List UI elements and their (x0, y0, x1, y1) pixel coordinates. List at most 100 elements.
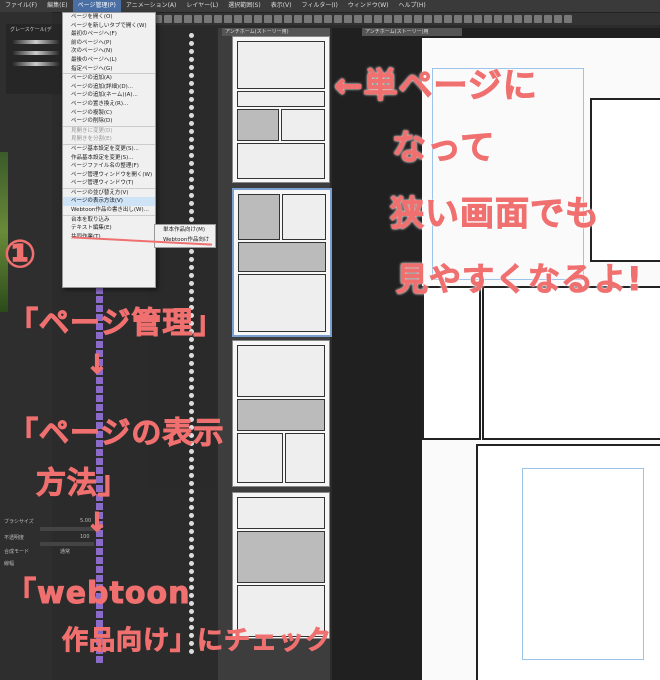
eye-icon[interactable] (188, 161, 194, 166)
tool-icon[interactable] (424, 15, 432, 23)
sub-tool-row[interactable] (146, 208, 216, 217)
eye-icon[interactable] (188, 545, 194, 550)
eye-icon[interactable] (188, 521, 194, 526)
tool-icon[interactable] (194, 15, 202, 23)
eye-icon[interactable] (188, 89, 194, 94)
tool-icon[interactable] (334, 15, 342, 23)
tool-icon[interactable] (544, 15, 552, 23)
page-menu-item[interactable]: ページの置き換え(R)... (63, 100, 155, 109)
eye-icon[interactable] (188, 113, 194, 118)
sub-tool-row[interactable] (146, 145, 216, 154)
menu-item[interactable]: レイヤー(L) (181, 0, 223, 12)
tool-icon[interactable] (434, 15, 442, 23)
menu-item[interactable]: フィルター(I) (297, 0, 343, 12)
tool-icon[interactable] (554, 15, 562, 23)
sub-tool-row[interactable] (146, 82, 216, 91)
tool-icon[interactable] (514, 15, 522, 23)
eye-icon[interactable] (188, 41, 194, 46)
eye-icon[interactable] (188, 473, 194, 478)
sub-tool-row[interactable] (146, 64, 216, 73)
eye-icon[interactable] (188, 457, 194, 462)
eye-icon[interactable] (188, 465, 194, 470)
tool-icon[interactable] (184, 15, 192, 23)
eye-icon[interactable] (188, 145, 194, 150)
tool-icon[interactable] (204, 15, 212, 23)
page-menu-item[interactable]: ページの表示方法(V) (63, 197, 155, 207)
eye-icon[interactable] (188, 193, 194, 198)
sub-tool-row[interactable] (146, 172, 216, 181)
tool-icon[interactable] (174, 15, 182, 23)
brush-stroke-preview[interactable] (12, 40, 60, 44)
tool-icon[interactable] (404, 15, 412, 23)
eye-icon[interactable] (188, 497, 194, 502)
sub-tool-row[interactable] (146, 127, 216, 136)
tool-icon[interactable] (224, 15, 232, 23)
sub-tool-row[interactable] (146, 55, 216, 64)
tool-icon[interactable] (444, 15, 452, 23)
tool-icon[interactable] (354, 15, 362, 23)
sub-tool-row[interactable] (146, 118, 216, 127)
tool-icon[interactable] (534, 15, 542, 23)
eye-icon[interactable] (188, 273, 194, 278)
page-menu-item[interactable]: ページファイル名の整理(F) (63, 162, 155, 171)
page-menu-item[interactable]: ページの追加(詳細)(D)... (63, 83, 155, 92)
eye-icon[interactable] (188, 217, 194, 222)
page-thumbnail-selected[interactable] (232, 188, 332, 337)
eye-icon[interactable] (188, 185, 194, 190)
eye-icon[interactable] (188, 513, 194, 518)
tool-icon[interactable] (364, 15, 372, 23)
eye-icon[interactable] (188, 129, 194, 134)
page-menu-item[interactable]: 最初のページへ(F) (63, 30, 155, 39)
blend-mode-select[interactable]: 通常 (60, 548, 70, 555)
sub-tool-row[interactable] (146, 199, 216, 208)
sub-tool-row[interactable] (146, 28, 216, 37)
eye-icon[interactable] (188, 65, 194, 70)
tool-icon[interactable] (274, 15, 282, 23)
tool-icon[interactable] (264, 15, 272, 23)
sub-tool-row[interactable] (146, 109, 216, 118)
layer-row[interactable] (96, 376, 186, 385)
eye-icon[interactable] (188, 393, 194, 398)
menu-item[interactable]: 表示(V) (266, 0, 297, 12)
eye-icon[interactable] (188, 529, 194, 534)
eye-icon[interactable] (188, 49, 194, 54)
sub-tool-row[interactable] (146, 181, 216, 190)
menu-item[interactable]: ファイル(F) (0, 0, 42, 12)
tool-icon[interactable] (314, 15, 322, 23)
eye-icon[interactable] (188, 105, 194, 110)
menu-item[interactable]: ヘルプ(H) (393, 0, 430, 12)
eye-icon[interactable] (188, 281, 194, 286)
layer-row[interactable] (96, 394, 186, 403)
page-menu-item[interactable]: ページの複製(C) (63, 109, 155, 118)
eye-icon[interactable] (188, 489, 194, 494)
page-menu-item[interactable]: テキスト編集(E) (63, 224, 155, 233)
page-menu-item[interactable]: 次のページへ(N) (63, 47, 155, 56)
tool-icon[interactable] (324, 15, 332, 23)
eye-icon[interactable] (188, 73, 194, 78)
eye-icon[interactable] (188, 505, 194, 510)
eye-icon[interactable] (188, 289, 194, 294)
eye-icon[interactable] (188, 385, 194, 390)
menu-item[interactable]: 編集(E) (42, 0, 72, 12)
page-menu-item[interactable]: ページの追加(A) (63, 73, 155, 83)
tool-icon[interactable] (414, 15, 422, 23)
tool-icon[interactable] (384, 15, 392, 23)
layer-row[interactable] (96, 511, 186, 520)
tool-icon[interactable] (234, 15, 242, 23)
layer-row[interactable] (96, 529, 186, 538)
eye-icon[interactable] (188, 553, 194, 558)
layer-row[interactable] (96, 520, 186, 529)
eye-icon[interactable] (188, 201, 194, 206)
tool-icon[interactable] (284, 15, 292, 23)
eye-icon[interactable] (188, 265, 194, 270)
eye-icon[interactable] (188, 361, 194, 366)
menu-item[interactable]: アニメーション(A) (121, 0, 182, 12)
tool-icon[interactable] (494, 15, 502, 23)
page-menu-item[interactable]: ページの削除(D) (63, 117, 155, 126)
document-tab[interactable]: アンチホーム(ストーリー)用 (362, 28, 462, 36)
menu-item[interactable]: ウィンドウ(W) (343, 0, 394, 12)
page-menu-item[interactable]: ページ管理ウィンドウを開く(W) (63, 171, 155, 180)
sub-tool-row[interactable] (146, 46, 216, 55)
page-menu-item[interactable]: ページ管理ウィンドウ(T) (63, 179, 155, 188)
tool-icon[interactable] (374, 15, 382, 23)
